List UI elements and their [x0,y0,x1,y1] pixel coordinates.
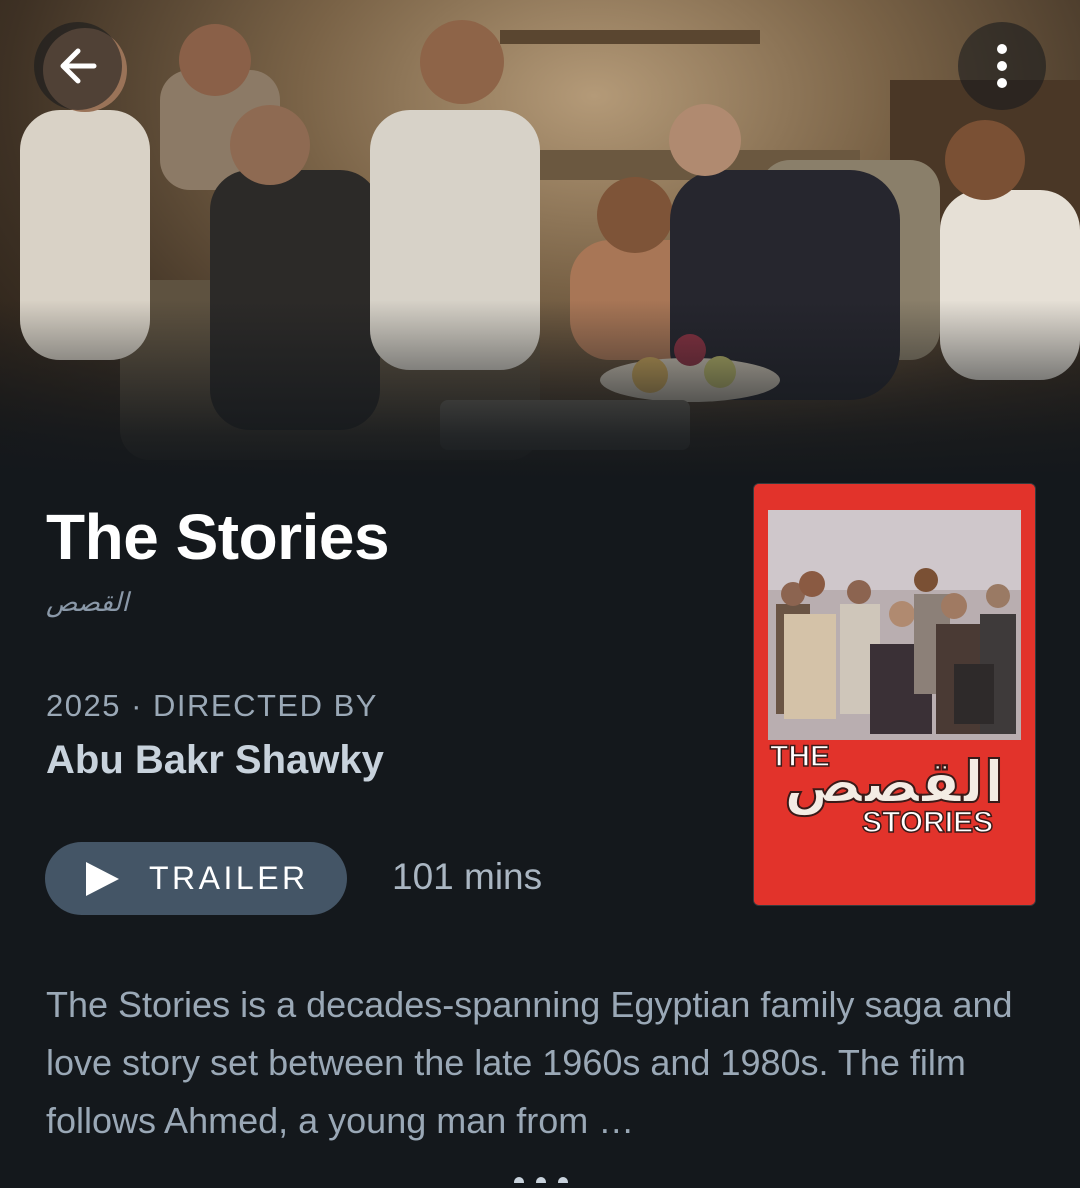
directed-by-label: DIRECTED BY [153,688,378,723]
release-year[interactable]: 2025 [46,688,121,723]
more-horizontal-icon [514,1177,568,1187]
trailer-button[interactable]: TRAILER [45,842,347,915]
arrow-left-icon [60,48,97,84]
original-title: القصص [46,588,129,618]
trailer-label: TRAILER [149,860,309,896]
play-icon [86,861,119,896]
meta-separator: · [131,688,143,723]
backdrop-fade [0,300,1080,480]
poster-title-en-bottom: STORIES [862,806,993,839]
synopsis[interactable]: The Stories is a decades-spanning Egypti… [46,976,1036,1150]
expand-synopsis-button[interactable] [512,1170,570,1188]
release-director-label: 2025 · DIRECTED BY [46,688,378,724]
more-vertical-icon [997,44,1007,88]
more-options-button[interactable] [958,22,1046,110]
director-name[interactable]: Abu Bakr Shawky [46,738,384,783]
back-button[interactable] [34,22,122,110]
backdrop-image [0,0,1080,480]
runtime: 101 mins [392,856,543,897]
poster-art: THE القصص STORIES [754,484,1035,905]
film-poster[interactable]: THE القصص STORIES [754,484,1035,905]
film-title: The Stories [46,501,390,573]
